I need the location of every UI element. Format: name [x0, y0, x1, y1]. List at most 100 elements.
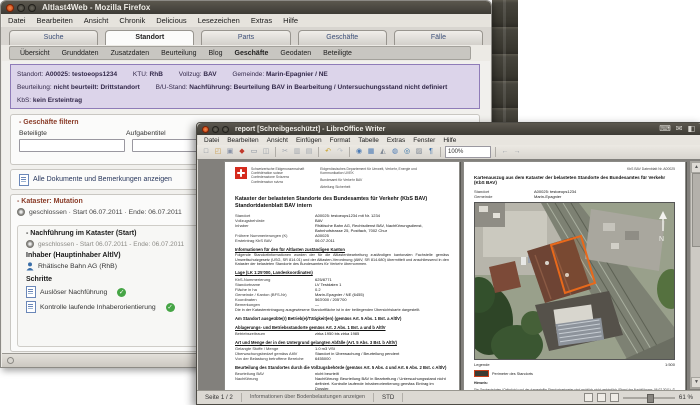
scroll-down-arrow[interactable]: ▼ [691, 377, 700, 388]
menu-hilfe[interactable]: Hilfe [443, 137, 456, 144]
keyboard-indicator-icon[interactable]: ⌨ [659, 124, 671, 133]
cut-icon[interactable]: ✂ [280, 147, 290, 157]
status-insert-mode[interactable]: STD [374, 393, 404, 402]
page-corner-reference: KbS BAV Datenblatt Nr. A00025 [626, 167, 675, 171]
info-line-1: Standort: A00025: testoeops1234 KTU: RhB… [17, 71, 328, 78]
aerial-map: N [463, 201, 685, 365]
minimize-button[interactable] [212, 125, 219, 133]
subtab-geschaefte[interactable]: Geschäfte [235, 50, 269, 57]
tab-suche[interactable]: Suche [9, 30, 99, 45]
zoom-controls: 61 % [583, 393, 700, 403]
check-icon: ✓ [165, 302, 175, 312]
menu-ansicht[interactable]: Ansicht [84, 16, 109, 25]
subtab-blog[interactable]: Blog [209, 50, 223, 57]
writer-statusbar: Seite 1 / 2 Informationen über Bodenbela… [197, 390, 700, 404]
nav-back-icon[interactable]: ← [500, 147, 510, 157]
menu-hilfe[interactable]: Hilfe [283, 16, 298, 25]
subtab-grunddaten[interactable]: Grunddaten [62, 50, 99, 57]
section-header: Lage (LK 1:25'000, Landeskoordinaten) [235, 270, 313, 276]
writer-toolbar: □ ◰ ▣ ◆ ▭ ◫ ✂ ▥ ▤ ↶ ↷ ◉ ▦ ◭ ◍ ◎ ▨ ¶ 100%… [197, 145, 700, 160]
legend-item: Perimeter des Standorts [474, 370, 675, 378]
hyperlink-icon[interactable]: ◉ [354, 147, 364, 157]
all-documents-link[interactable]: Alle Dokumente und Bemerkungen anzeigen [33, 176, 172, 183]
document-area: Schweizerische Eidgenossenschaft Confédé… [198, 159, 700, 391]
export-pdf-icon[interactable]: ◆ [237, 147, 247, 157]
single-page-view-icon[interactable] [583, 393, 593, 402]
subtab-beteiligte[interactable]: Beteiligte [323, 50, 352, 57]
copy-icon[interactable]: ▥ [292, 147, 302, 157]
menu-datei[interactable]: Datei [8, 16, 26, 25]
subtab-zusatzdaten[interactable]: Zusatzdaten [111, 50, 150, 57]
person-icon [26, 262, 34, 271]
menu-ansicht[interactable]: Ansicht [267, 137, 288, 144]
menu-bearbeiten[interactable]: Bearbeiten [37, 16, 73, 25]
scroll-up-arrow[interactable]: ▲ [691, 162, 700, 173]
step-ausloeser-link[interactable]: Auslöser Nachführung [40, 289, 107, 296]
menu-bearbeiten[interactable]: Bearbeiten [227, 137, 258, 144]
menu-lesezeichen[interactable]: Lesezeichen [198, 16, 240, 25]
new-document-icon[interactable]: □ [201, 147, 211, 157]
close-button[interactable] [6, 3, 14, 12]
close-button[interactable] [202, 125, 209, 133]
toolbar-separator [275, 147, 276, 157]
menu-einfuegen[interactable]: Einfügen [296, 137, 322, 144]
step-kontrolle-link[interactable]: Kontrolle laufende Inhaberorientierung [40, 304, 156, 311]
scrollbar-thumb[interactable] [692, 173, 700, 247]
beteiligte-input[interactable] [19, 139, 125, 152]
sub-tab-bar: Übersicht Grunddaten Zusatzdaten Beurtei… [9, 46, 471, 60]
menu-extras[interactable]: Extras [251, 16, 272, 25]
undo-icon[interactable]: ↶ [323, 147, 333, 157]
tab-parts[interactable]: Parts [201, 30, 291, 45]
status-page-indicator[interactable]: Seite 1 / 2 [197, 393, 242, 402]
table-icon[interactable]: ▦ [366, 147, 376, 157]
document-title: Kataster der belasteten Standorte des Bu… [235, 196, 428, 209]
mail-indicator-icon[interactable]: ✉ [676, 124, 683, 133]
minimize-button[interactable] [17, 3, 25, 12]
maximize-button[interactable] [28, 3, 36, 12]
redo-icon[interactable]: ↷ [335, 147, 345, 157]
paste-icon[interactable]: ▤ [304, 147, 314, 157]
document-icon [19, 173, 29, 186]
menu-tabelle[interactable]: Tabelle [358, 137, 379, 144]
subtab-uebersicht[interactable]: Übersicht [20, 50, 50, 57]
multi-page-view-icon[interactable] [596, 393, 606, 402]
nonprinting-chars-icon[interactable]: ¶ [426, 147, 436, 157]
filter-field-label-aufgabentitel: Aufgabentitel [126, 130, 166, 137]
gallery-icon[interactable]: ▨ [414, 147, 424, 157]
book-view-icon[interactable] [609, 393, 619, 402]
menu-datei[interactable]: Datei [204, 137, 219, 144]
info-line-2: Beurteilung: nicht beurteilt: Drittstand… [17, 84, 448, 91]
inhaber-link[interactable]: Rhätische Bahn AG (RhB) [38, 263, 117, 270]
zoom-combobox[interactable]: 100% [445, 146, 491, 158]
zoom-slider[interactable] [622, 394, 675, 403]
zoom-percentage[interactable]: 61 % [679, 394, 693, 401]
find-replace-icon[interactable]: ◍ [390, 147, 400, 157]
draw-functions-icon[interactable]: ◭ [378, 147, 388, 157]
legend-label: Legende [474, 362, 490, 368]
letterhead: Schweizerische Eidgenossenschaft Confédé… [235, 167, 449, 191]
subtab-geodaten[interactable]: Geodaten [280, 50, 311, 57]
page-preview-icon[interactable]: ◫ [261, 147, 271, 157]
toolbar-separator [349, 147, 350, 157]
menu-delicious[interactable]: Delicious [156, 16, 186, 25]
map-extract-title: Kartenauszug aus dem Kataster der belast… [474, 175, 666, 186]
tab-faelle[interactable]: Fälle [393, 30, 484, 45]
nav-forward-icon[interactable]: → [512, 147, 522, 157]
open-icon[interactable]: ◰ [213, 147, 223, 157]
print-icon[interactable]: ▭ [249, 147, 259, 157]
navigator-icon[interactable]: ◎ [402, 147, 412, 157]
menu-extras[interactable]: Extras [387, 137, 405, 144]
session-indicator-icon[interactable]: ◧ [687, 124, 695, 133]
tab-geschaefte[interactable]: Geschäfte [297, 30, 387, 45]
window-controls [202, 125, 229, 133]
tab-standort[interactable]: Standort [105, 30, 195, 45]
subtab-beurteilung[interactable]: Beurteilung [161, 50, 196, 57]
menu-fenster[interactable]: Fenster [413, 137, 435, 144]
menu-format[interactable]: Format [330, 137, 351, 144]
toolbar-separator [440, 147, 441, 157]
vertical-scrollbar[interactable]: ▲ ▼ [690, 161, 700, 389]
save-icon[interactable]: ▣ [225, 147, 235, 157]
firefox-menubar: Datei Bearbeiten Ansicht Chronik Delicio… [2, 14, 490, 28]
menu-chronik[interactable]: Chronik [119, 16, 145, 25]
maximize-button[interactable] [222, 125, 229, 133]
